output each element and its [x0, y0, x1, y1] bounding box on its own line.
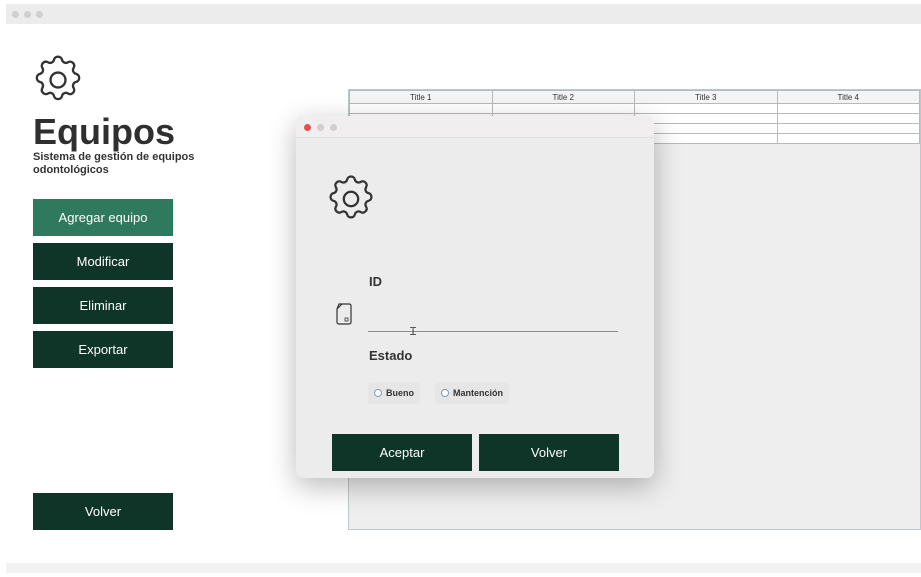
close-window-button[interactable]: [12, 11, 19, 18]
table-cell[interactable]: [776, 123, 920, 134]
gear-icon: [329, 175, 373, 219]
close-dialog-button[interactable]: [304, 124, 311, 131]
table-header-row: Title 1 Title 2 Title 3 Title 4: [349, 90, 920, 104]
minimize-dialog-button[interactable]: [317, 124, 324, 131]
table-cell[interactable]: [634, 123, 778, 134]
radio-mantencion[interactable]: Mantención: [435, 382, 510, 404]
radio-bueno[interactable]: Bueno: [368, 382, 420, 404]
add-equipment-button[interactable]: Agregar equipo: [33, 199, 173, 236]
export-button[interactable]: Exportar: [33, 331, 173, 368]
maximize-dialog-button[interactable]: [330, 124, 337, 131]
document-icon: [336, 303, 352, 325]
modify-button[interactable]: Modificar: [33, 243, 173, 280]
id-input[interactable]: [368, 314, 618, 332]
id-label: ID: [369, 274, 382, 289]
maximize-window-button[interactable]: [36, 11, 43, 18]
table-cell[interactable]: [776, 113, 920, 124]
minimize-window-button[interactable]: [24, 11, 31, 18]
table-cell[interactable]: [634, 103, 778, 114]
column-header[interactable]: Title 4: [776, 90, 920, 104]
radio-bueno-label: Bueno: [386, 388, 414, 398]
accept-button[interactable]: Aceptar: [332, 434, 472, 471]
estado-label: Estado: [369, 348, 413, 363]
radio-mantencion-label: Mantención: [453, 388, 504, 398]
window-titlebar: [6, 4, 921, 24]
window-bottom-strip: [6, 563, 921, 573]
app-subtitle: Sistema de gestión de equipos odontológi…: [33, 151, 195, 176]
add-equipment-dialog: ID Ɪ Estado Bueno Mantención Aceptar Vol…: [296, 116, 654, 478]
column-header[interactable]: Title 3: [634, 90, 778, 104]
column-header[interactable]: Title 2: [491, 90, 635, 104]
column-header[interactable]: Title 1: [349, 90, 493, 104]
back-button[interactable]: Volver: [33, 493, 173, 530]
radio-circle-icon[interactable]: [374, 389, 382, 397]
text-cursor-icon: Ɪ: [410, 326, 417, 338]
table-row[interactable]: [349, 103, 920, 114]
table-cell[interactable]: [349, 103, 493, 114]
main-window: Equipos Sistema de gestión de equipos od…: [6, 4, 921, 573]
app-title: Equipos: [33, 111, 175, 152]
table-cell[interactable]: [776, 133, 920, 144]
table-cell[interactable]: [634, 113, 778, 124]
table-cell[interactable]: [776, 103, 920, 114]
delete-button[interactable]: Eliminar: [33, 287, 173, 324]
dialog-titlebar: [296, 116, 654, 138]
dialog-back-button[interactable]: Volver: [479, 434, 619, 471]
table-cell[interactable]: [491, 103, 635, 114]
gear-icon: [35, 55, 81, 101]
radio-circle-icon[interactable]: [441, 389, 449, 397]
table-cell[interactable]: [634, 133, 778, 144]
